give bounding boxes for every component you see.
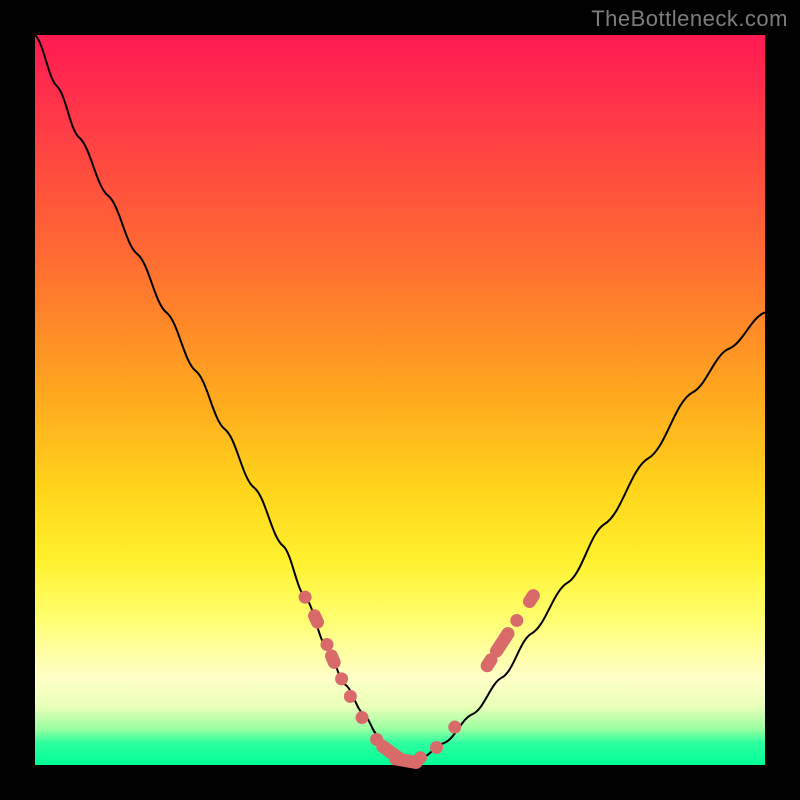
marker-pill	[520, 587, 542, 611]
marker-dot	[299, 591, 312, 604]
marker-dot	[430, 741, 443, 754]
marker-dot	[321, 638, 334, 651]
chart-frame: TheBottleneck.com	[0, 0, 800, 800]
main-curve	[35, 35, 765, 761]
marker-dot	[414, 751, 427, 764]
curve-svg	[35, 35, 765, 765]
marker-dot	[344, 690, 357, 703]
marker-dot	[448, 721, 461, 734]
marker-dot	[335, 672, 348, 685]
marker-dot	[356, 711, 369, 724]
plot-area	[35, 35, 765, 765]
marker-pill	[487, 625, 517, 661]
watermark-text: TheBottleneck.com	[591, 6, 788, 32]
marker-pill	[306, 607, 326, 631]
marker-group	[299, 587, 543, 770]
marker-dot	[510, 614, 523, 627]
